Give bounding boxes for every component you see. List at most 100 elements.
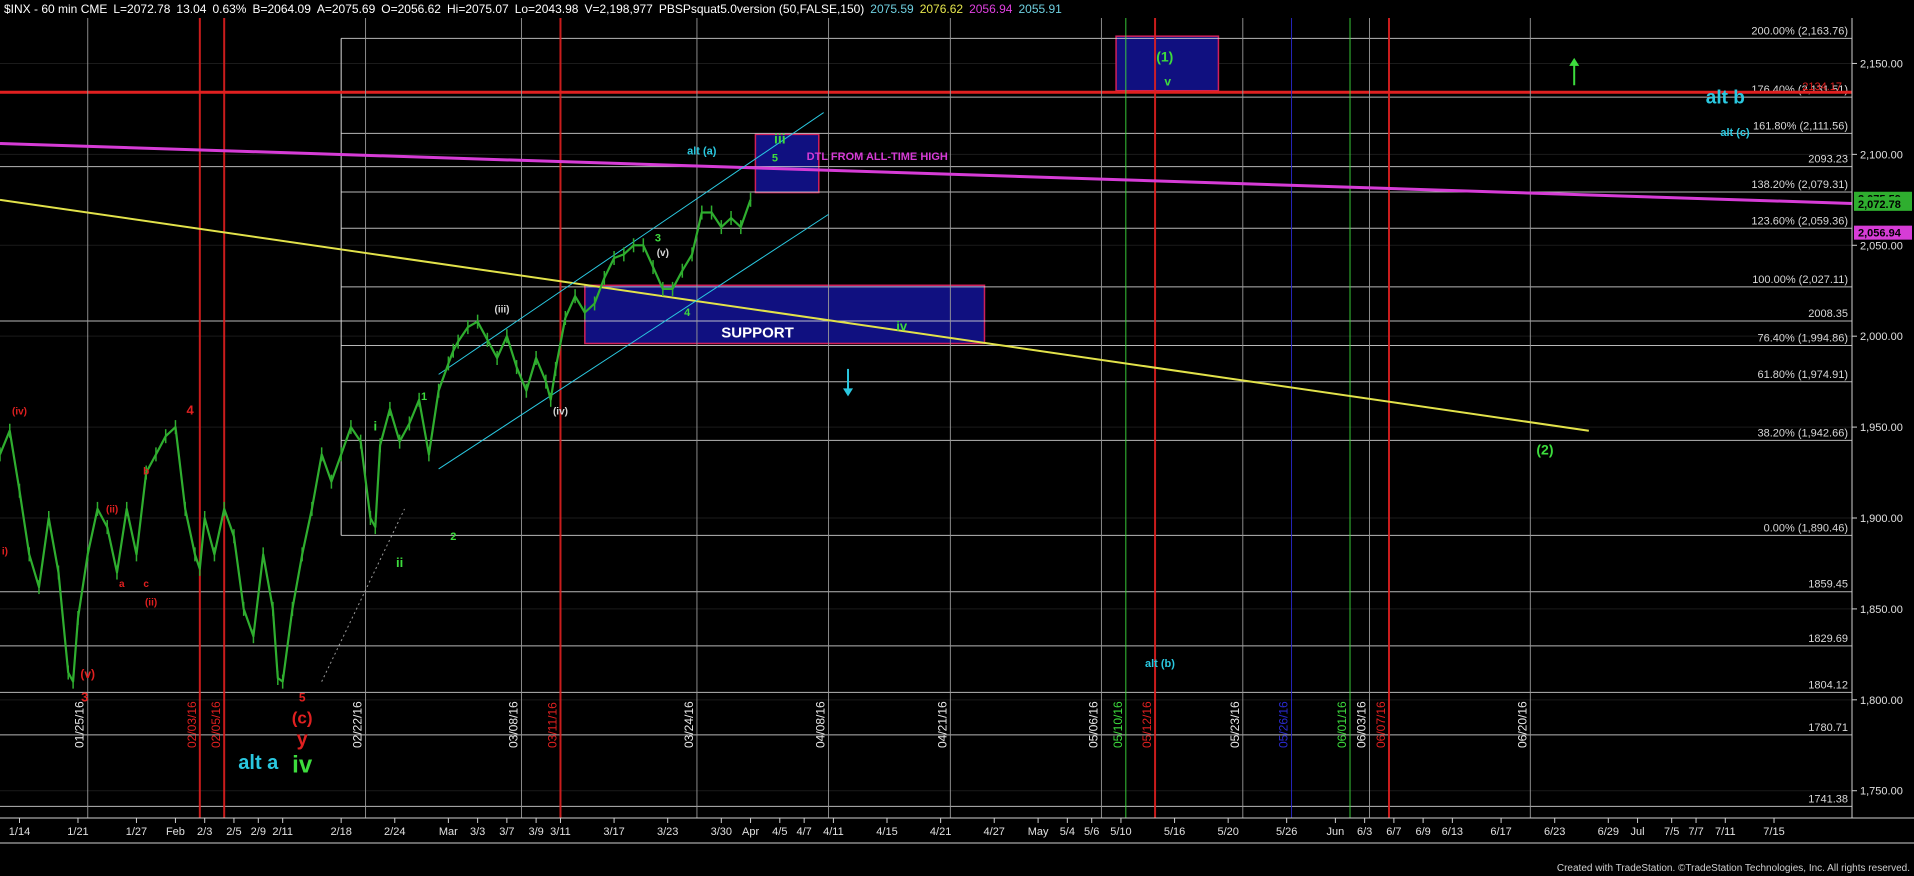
wave-label: DTL FROM ALL-TIME HIGH (807, 151, 948, 163)
price-tag-label: 2,056.94 (1858, 228, 1902, 240)
fib-level-label: 138.20% (2,079.31) (1751, 179, 1848, 191)
zone-box (754, 133, 820, 194)
date-line-label: 03/24/16 (682, 701, 696, 748)
price-chart[interactable]: SUPPORT 200.00% (2,163.76)176.40% (2,131… (0, 0, 1914, 876)
header-value: A=2075.69 (317, 2, 376, 16)
wave-label: alt (c) (1720, 127, 1750, 139)
header-value: 2055.91 (1018, 2, 1062, 16)
wave-label: 2 (450, 531, 456, 543)
y-tick-label: 2,150.00 (1860, 58, 1903, 70)
fib-level-label: 100.00% (2,027.11) (1752, 274, 1848, 286)
x-tick-label: 3/30 (711, 826, 732, 838)
x-tick-label: 6/29 (1598, 826, 1619, 838)
fib-level-label: 1741.38 (1808, 793, 1848, 805)
date-line-label: 04/21/16 (935, 701, 949, 748)
fib-level-label: 38.20% (1,942.66) (1757, 427, 1848, 439)
fib-level-label: 1804.12 (1808, 679, 1848, 691)
x-tick-label: 5/26 (1276, 826, 1297, 838)
x-tick-label: 6/9 (1415, 826, 1430, 838)
wave-label: c (143, 579, 149, 590)
x-tick-label: Jul (1631, 826, 1645, 838)
header-value: PBSPsquat5.0version (50,FALSE,150) (659, 2, 864, 16)
wave-label: alt (a) (687, 145, 717, 157)
y-tick-label: 1,750.00 (1860, 786, 1903, 798)
date-line-label: 03/08/16 (506, 701, 520, 748)
fib-level-label: 200.00% (2,163.76) (1751, 25, 1848, 37)
wave-label: a (119, 579, 125, 590)
wave-label: 3 (81, 690, 88, 705)
date-line-label: 05/06/16 (1086, 701, 1100, 748)
y-tick-label: 1,850.00 (1860, 604, 1903, 616)
wave-label: (ii) (145, 597, 157, 608)
header-value: 13.04 (176, 2, 206, 16)
wave-label: (iv) (553, 406, 568, 417)
header-value: L=2072.78 (113, 2, 170, 16)
x-tick-label: Jun (1327, 826, 1345, 838)
x-tick-label: 1/27 (126, 826, 147, 838)
footer-credit: Created with TradeStation. ©TradeStation… (1557, 863, 1910, 874)
wave-label: (v) (80, 667, 95, 681)
header-value: B=2064.09 (252, 2, 311, 16)
fib-level-label: 76.40% (1,994.86) (1757, 333, 1848, 345)
x-tick-label: 4/7 (797, 826, 812, 838)
wave-label: alt a (238, 752, 279, 774)
x-tick-label: Apr (742, 826, 759, 838)
wave-label: (1) (1156, 49, 1173, 65)
fib-level-label: 1829.69 (1808, 633, 1848, 645)
x-tick-label: 6/17 (1490, 826, 1511, 838)
y-tick-label: 1,950.00 (1860, 422, 1903, 434)
x-tick-label: 5/10 (1110, 826, 1131, 838)
x-tick-label: 6/13 (1442, 826, 1463, 838)
wave-label: 3 (655, 233, 661, 245)
date-line-label: 04/08/16 (814, 701, 828, 748)
x-tick-label: 7/15 (1763, 826, 1784, 838)
wave-label: (c) (292, 708, 313, 727)
date-line-label: 05/26/16 (1277, 701, 1291, 748)
wave-label: 5 (299, 691, 306, 705)
header-value: 2076.62 (920, 2, 964, 16)
x-tick-label: Mar (439, 826, 458, 838)
date-line-label: 02/22/16 (351, 701, 365, 748)
wave-label: b (143, 466, 149, 477)
fib-level-label: 161.80% (2,111.56) (1753, 120, 1848, 132)
x-tick-label: 2/5 (226, 826, 241, 838)
x-tick-label: 3/3 (470, 826, 485, 838)
x-tick-label: 4/5 (772, 826, 787, 838)
wave-label: iv (896, 319, 908, 334)
x-tick-label: 2/24 (384, 826, 405, 838)
wave-label: 5 (772, 153, 778, 165)
wave-label: alt (b) (1145, 658, 1175, 670)
wave-label: y (297, 728, 309, 750)
wave-label: i) (2, 546, 8, 557)
y-tick-label: 2,000.00 (1860, 331, 1903, 343)
red-resistance-label: 2134.17 (1802, 81, 1842, 93)
wave-label: 4 (186, 402, 194, 417)
header-value: 2056.94 (969, 2, 1013, 16)
header-value: Lo=2043.98 (515, 2, 579, 16)
y-tick-label: 1,900.00 (1860, 513, 1903, 525)
x-tick-label: 7/7 (1688, 826, 1703, 838)
y-tick-label: 2,100.00 (1860, 149, 1903, 161)
symbol-title: $INX - 60 min CME (4, 2, 107, 16)
x-tick-label: 4/15 (876, 826, 897, 838)
y-tick-label: 1,800.00 (1860, 695, 1903, 707)
x-tick-label: May (1028, 826, 1049, 838)
fib-level-label: 0.00% (1,890.46) (1764, 522, 1848, 534)
x-tick-label: 3/23 (657, 826, 678, 838)
price-tag-label: 2,072.78 (1858, 199, 1901, 211)
x-tick-label: 5/4 (1060, 826, 1075, 838)
x-tick-label: 6/23 (1544, 826, 1565, 838)
date-line-label: 05/10/16 (1111, 701, 1125, 748)
fib-level-label: 1859.45 (1808, 579, 1848, 591)
wave-label: 1 (421, 391, 427, 403)
date-line-label: 03/11/16 (545, 702, 559, 748)
header-value: V=2,198,977 (584, 2, 653, 16)
date-line-label: 06/03/16 (1355, 701, 1369, 748)
x-tick-label: Feb (166, 826, 185, 838)
box-label: SUPPORT (721, 324, 794, 341)
x-tick-label: 2/3 (197, 826, 212, 838)
date-line-label: 06/20/16 (1515, 701, 1529, 748)
x-tick-label: 3/7 (499, 826, 514, 838)
fib-level-label: 2093.23 (1808, 154, 1848, 166)
x-tick-label: 4/21 (930, 826, 951, 838)
